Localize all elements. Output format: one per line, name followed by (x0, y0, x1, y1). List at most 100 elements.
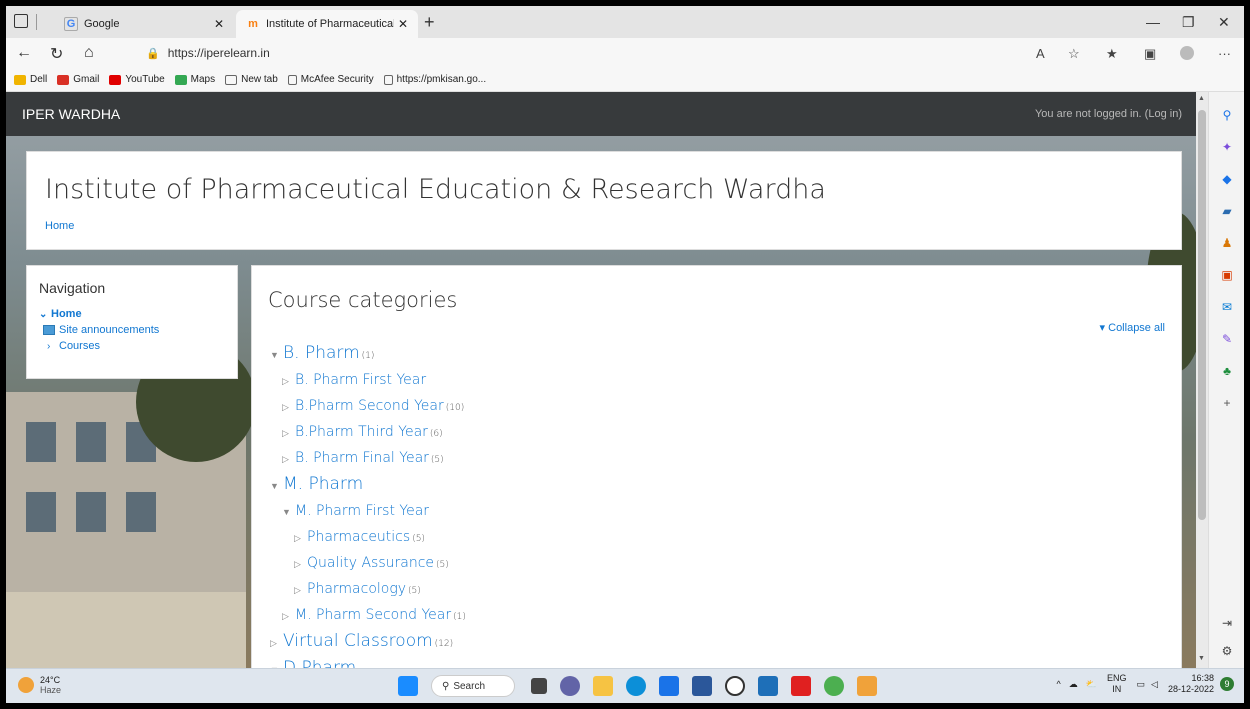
close-tab-icon[interactable]: ✕ (214, 17, 224, 31)
tools-icon[interactable]: ▰ (1220, 204, 1234, 218)
google-icon: G (64, 17, 78, 31)
notification-badge[interactable]: 9 (1220, 677, 1234, 691)
volume-icon[interactable]: ◁ (1151, 679, 1158, 690)
nav-home[interactable]: ⌄ Home (39, 308, 225, 320)
dell-icon[interactable] (725, 676, 745, 696)
expanded-icon: ▼ (270, 658, 283, 668)
category-m-pharm-second-year[interactable]: ▷ M. Pharm Second Year (1) (270, 602, 466, 628)
tab-google[interactable]: G Google ✕ (54, 10, 234, 38)
nav-site-announcements[interactable]: Site announcements (39, 324, 225, 336)
bookmark-youtube[interactable]: YouTube (109, 74, 165, 85)
shopping-icon[interactable]: ◆ (1220, 172, 1234, 186)
course-categories-block: Course categories ▾ Collapse all ▼ B. Pha… (251, 265, 1182, 668)
collections-icon[interactable]: ▣ (1144, 46, 1156, 62)
collapsed-icon: ▷ (294, 534, 301, 544)
category-b-pharm-first-year[interactable]: ▷ B. Pharm First Year (270, 367, 466, 393)
weather-widget[interactable]: 24°C Haze (18, 675, 61, 695)
favorites-icon[interactable]: ★ (1106, 46, 1118, 62)
category-b-pharm-second-year[interactable]: ▷ B.Pharm Second Year (10) (270, 393, 466, 419)
tab-strip: G Google ✕ m Institute of Pharmaceutical… (6, 6, 1244, 38)
category-b-pharm[interactable]: ▼ B. Pharm (1) (270, 340, 466, 367)
category-pharmacology[interactable]: ▷ Pharmacology (5) (270, 576, 466, 602)
windows-start-icon[interactable] (398, 676, 418, 696)
store-icon[interactable] (659, 676, 679, 696)
new-tab-icon[interactable]: + (424, 12, 435, 33)
task-view-icon[interactable] (531, 678, 547, 694)
login-link[interactable]: Log in (1148, 108, 1178, 120)
bookmark-newtab[interactable]: New tab (225, 74, 278, 85)
network-icon[interactable]: ▭ (1137, 679, 1146, 690)
read-aloud-icon[interactable]: A (1036, 46, 1045, 61)
category-quality-assurance[interactable]: ▷ Quality Assurance (5) (270, 550, 466, 576)
taskbar-search[interactable]: ⚲ Search (431, 675, 515, 697)
refresh-icon[interactable]: ↻ (50, 44, 63, 64)
site-name[interactable]: IPER WARDHA (22, 106, 120, 122)
close-tab-icon[interactable]: ✕ (398, 17, 408, 31)
app-icon[interactable] (857, 676, 877, 696)
expanded-icon: ▼ (270, 482, 279, 492)
tab-label: Google (84, 18, 120, 30)
bookmark-dell[interactable]: Dell (14, 74, 47, 85)
bookmark-gmail[interactable]: Gmail (57, 74, 99, 85)
home-icon[interactable]: ⌂ (84, 44, 94, 62)
site-navbar: IPER WARDHA You are not logged in. (Log … (6, 92, 1196, 136)
category-pharmaceutics[interactable]: ▷ Pharmaceutics (5) (270, 524, 466, 550)
tab-institute[interactable]: m Institute of Pharmaceutical Educa ✕ (236, 10, 418, 38)
scroll-up-icon[interactable]: ▲ (1198, 95, 1205, 102)
category-tree: ▼ B. Pharm (1) ▷ B. Pharm First Year ▷ B.Pha… (270, 340, 466, 668)
file-explorer-icon[interactable] (593, 676, 613, 696)
chevron-right-icon: › (47, 340, 51, 352)
search-icon[interactable]: ⚲ (1220, 108, 1234, 122)
youtube-icon (109, 74, 122, 85)
designer-icon[interactable]: ✎ (1220, 332, 1234, 346)
word-icon[interactable] (692, 676, 712, 696)
outlook-icon[interactable]: ✉ (1220, 300, 1234, 314)
collapse-all-link[interactable]: ▾ Collapse all (1100, 321, 1165, 334)
back-icon[interactable]: ← (16, 44, 32, 62)
add-icon[interactable]: + (1220, 396, 1234, 410)
tab-actions-icon[interactable] (14, 14, 28, 28)
cloud-icon[interactable]: ☁ (1069, 679, 1078, 690)
bookmark-maps[interactable]: Maps (174, 74, 215, 85)
profile-icon[interactable] (1180, 46, 1194, 60)
bookmark-pmkisan[interactable]: https://pmkisan.go... (383, 74, 486, 85)
favorite-add-icon[interactable]: ☆ (1068, 46, 1080, 62)
edge-icon[interactable] (626, 676, 646, 696)
clock[interactable]: 16:38 28-12-2022 (1168, 673, 1214, 695)
copilot-icon[interactable]: ✦ (1220, 140, 1234, 154)
photos-icon[interactable] (824, 676, 844, 696)
tree-icon[interactable]: ♣ (1220, 364, 1234, 378)
navigation-title: Navigation (39, 280, 106, 296)
category-virtual-classroom[interactable]: ▷ Virtual Classroom (12) (270, 628, 466, 655)
close-window-icon[interactable]: ✕ (1218, 14, 1230, 31)
bookmark-mcafee[interactable]: McAfee Security (287, 74, 374, 85)
collapsed-icon: ▷ (282, 612, 289, 622)
breadcrumb-home[interactable]: Home (45, 220, 74, 232)
category-b-pharm-final-year[interactable]: ▷ B. Pharm Final Year (5) (270, 445, 466, 471)
scroll-down-icon[interactable]: ▼ (1198, 655, 1205, 662)
nav-courses[interactable]: › Courses (39, 340, 225, 352)
scroll-thumb[interactable] (1198, 110, 1206, 520)
lock-icon[interactable]: 🔒 (146, 47, 160, 60)
course-categories-title: Course categories (268, 288, 458, 312)
category-m-pharm-first-year[interactable]: ▼ M. Pharm First Year (270, 498, 466, 524)
language-indicator[interactable]: ENG IN (1107, 673, 1127, 695)
category-m-pharm[interactable]: ▼ M. Pharm (270, 471, 466, 498)
office-icon[interactable]: ▣ (1220, 268, 1234, 282)
page-icon (287, 74, 297, 85)
page-scrollbar[interactable]: ▲ ▼ (1196, 92, 1208, 668)
games-icon[interactable]: ♟ (1220, 236, 1234, 250)
acrobat-icon[interactable] (791, 676, 811, 696)
app-icon[interactable] (758, 676, 778, 696)
chat-icon[interactable] (560, 676, 580, 696)
onedrive-icon[interactable]: ⛅ (1086, 679, 1097, 690)
url-input[interactable]: 🔒 https://iperelearn.in (136, 42, 1016, 64)
sidebar-toggle-icon[interactable]: ⇥ (1220, 616, 1234, 630)
folder-icon (14, 74, 26, 85)
chevron-up-icon[interactable]: ^ (1057, 679, 1061, 689)
category-b-pharm-third-year[interactable]: ▷ B.Pharm Third Year (6) (270, 419, 466, 445)
more-icon[interactable]: ··· (1218, 46, 1231, 61)
settings-icon[interactable]: ⚙ (1220, 644, 1234, 658)
minimize-icon[interactable]: — (1146, 14, 1160, 30)
restore-icon[interactable]: ❐ (1182, 14, 1195, 31)
